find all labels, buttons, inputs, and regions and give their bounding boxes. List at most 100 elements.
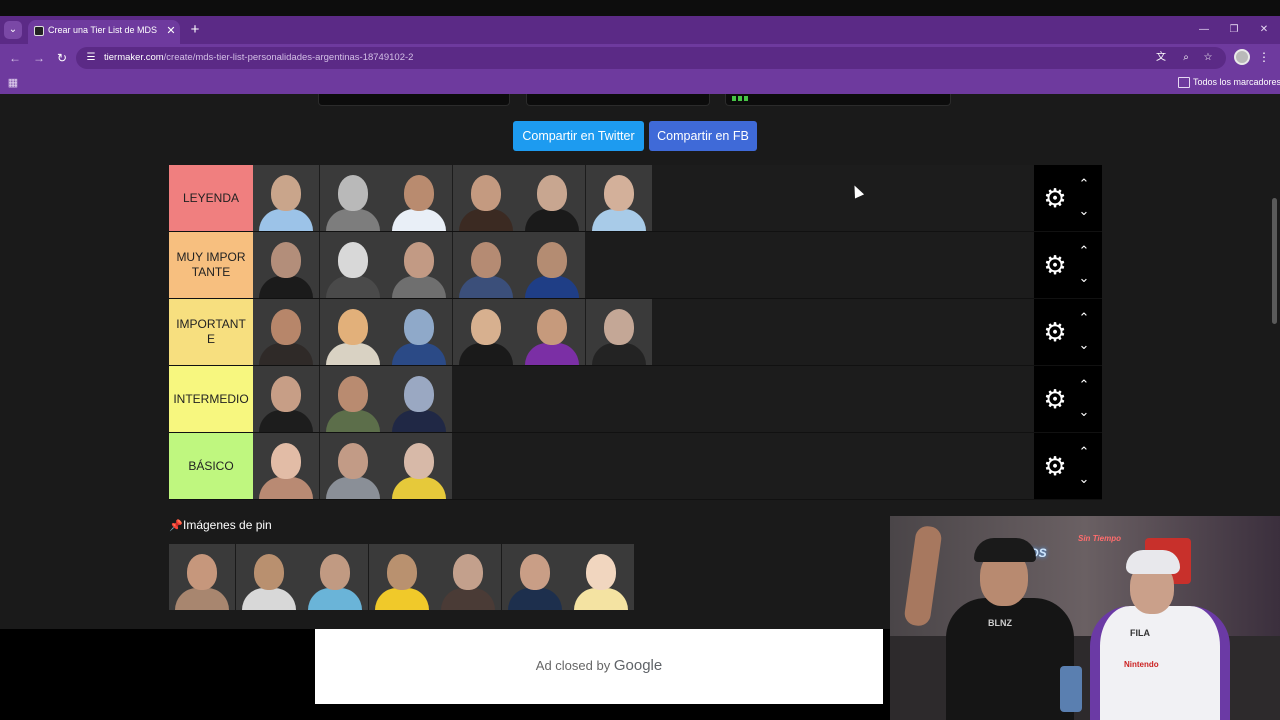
portrait-body — [259, 477, 313, 499]
tier-item-image[interactable] — [452, 232, 519, 298]
portrait-face — [271, 175, 301, 211]
move-up-icon[interactable]: ⌃ — [1072, 309, 1096, 327]
move-up-icon[interactable]: ⌃ — [1072, 242, 1096, 260]
tier-item-image[interactable] — [253, 366, 319, 432]
move-down-icon[interactable]: ⌄ — [1072, 470, 1096, 488]
scrollbar-thumb[interactable] — [1272, 198, 1277, 324]
tier-label[interactable]: MUY IMPORTANTE — [169, 232, 253, 298]
pin-image[interactable] — [235, 544, 302, 610]
gear-icon[interactable]: ⚙ — [1040, 183, 1070, 213]
tier-item-image[interactable] — [386, 366, 452, 432]
portrait-body — [325, 276, 380, 298]
pin-image[interactable] — [368, 544, 435, 610]
folder-icon — [1178, 77, 1190, 88]
back-icon[interactable]: ← — [6, 49, 24, 67]
ad-closed-text: Ad closed by Google — [315, 657, 883, 674]
gear-icon[interactable]: ⚙ — [1040, 250, 1070, 280]
url-path: /create/mds-tier-list-personalidades-arg… — [163, 52, 414, 63]
minimize-icon[interactable]: — — [1194, 22, 1214, 38]
gear-icon[interactable]: ⚙ — [1040, 384, 1070, 414]
tier-item-image[interactable] — [386, 165, 452, 231]
tier-items-area[interactable] — [253, 366, 1034, 432]
portrait-body — [259, 343, 313, 365]
tier-item-image[interactable] — [386, 433, 452, 499]
tier-item-image[interactable] — [253, 232, 319, 298]
zoom-icon[interactable]: ⌕ — [1179, 51, 1193, 65]
move-down-icon[interactable]: ⌄ — [1072, 336, 1096, 354]
move-up-icon[interactable]: ⌃ — [1072, 175, 1096, 193]
tier-item-image[interactable] — [319, 232, 386, 298]
portrait-face — [337, 242, 368, 278]
forward-icon[interactable]: → — [30, 49, 48, 67]
toolbar-button-remnant[interactable] — [526, 94, 710, 106]
tier-item-image[interactable] — [319, 366, 386, 432]
move-up-icon[interactable]: ⌃ — [1072, 443, 1096, 461]
portrait-face — [386, 554, 417, 590]
pin-image[interactable] — [501, 544, 568, 610]
browser-tab[interactable]: Crear una Tier List de MDS Per ✕ — [28, 20, 180, 44]
address-bar[interactable]: ☰ tiermaker.com/create/mds-tier-list-per… — [76, 47, 1226, 69]
tier-item-image[interactable] — [519, 165, 585, 231]
tier-item-image[interactable] — [386, 232, 452, 298]
tier-item-image[interactable] — [519, 299, 585, 365]
gear-icon[interactable]: ⚙ — [1040, 451, 1070, 481]
toolbar-button-remnant[interactable] — [725, 94, 951, 106]
tier-item-image[interactable] — [452, 299, 519, 365]
tier-item-image[interactable] — [253, 165, 319, 231]
tier-item-image[interactable] — [319, 299, 386, 365]
chevron-down-icon[interactable]: ⌄ — [4, 21, 22, 39]
move-down-icon[interactable]: ⌄ — [1072, 403, 1096, 421]
apps-icon[interactable]: ▦ — [6, 76, 20, 90]
tier-items-area[interactable] — [253, 165, 1034, 231]
star-icon[interactable]: ☆ — [1201, 51, 1215, 65]
tier-item-image[interactable] — [386, 299, 452, 365]
portrait-body — [259, 410, 313, 432]
pin-images-heading: 📌Imágenes de pin — [169, 518, 272, 534]
tier-items-area[interactable] — [253, 299, 1034, 365]
menu-icon[interactable]: ⋮ — [1258, 48, 1270, 66]
share-twitter-button[interactable]: Compartir en Twitter — [513, 121, 644, 151]
move-down-icon[interactable]: ⌄ — [1072, 269, 1096, 287]
translate-icon[interactable]: 文 — [1154, 51, 1168, 65]
tier-item-image[interactable] — [319, 433, 386, 499]
tier-label[interactable]: BÁSICO — [169, 433, 253, 499]
tier-item-image[interactable] — [452, 165, 519, 231]
pin-image[interactable] — [169, 544, 235, 610]
ad-closed-label: Ad closed by — [535, 658, 611, 673]
tier-label[interactable]: LEYENDA — [169, 165, 253, 231]
tier-item-image[interactable] — [253, 433, 319, 499]
tier-item-image[interactable] — [585, 299, 652, 365]
portrait-face — [537, 175, 567, 211]
site-info-icon[interactable]: ☰ — [84, 51, 98, 65]
tier-label[interactable]: IMPORTANTE — [169, 299, 253, 365]
pin-images-title: Imágenes de pin — [183, 518, 272, 532]
move-down-icon[interactable]: ⌄ — [1072, 202, 1096, 220]
tier-item-image[interactable] — [319, 165, 386, 231]
tier-item-image[interactable] — [519, 232, 585, 298]
profile-icon[interactable] — [1234, 49, 1250, 65]
tier-items-area[interactable] — [253, 433, 1034, 499]
pin-image[interactable] — [302, 544, 368, 610]
reload-icon[interactable]: ↻ — [53, 49, 71, 67]
portrait-face — [537, 242, 567, 278]
toolbar-button-remnant[interactable] — [318, 94, 510, 106]
tab-close-icon[interactable]: ✕ — [165, 23, 177, 39]
close-icon[interactable]: ✕ — [1254, 22, 1274, 38]
move-up-icon[interactable]: ⌃ — [1072, 376, 1096, 394]
tier-item-image[interactable] — [585, 165, 652, 231]
tier-item-image[interactable] — [253, 299, 319, 365]
tier-items-area[interactable] — [253, 232, 1034, 298]
gear-icon[interactable]: ⚙ — [1040, 317, 1070, 347]
portrait-body — [392, 343, 446, 365]
bookmark-folder-label[interactable]: Todos los marcadores — [1193, 77, 1280, 87]
portrait-face — [404, 443, 434, 479]
url-text[interactable]: tiermaker.com/create/mds-tier-list-perso… — [104, 52, 413, 63]
pin-image[interactable] — [435, 544, 501, 610]
share-fb-button[interactable]: Compartir en FB — [649, 121, 757, 151]
restore-icon[interactable]: ❐ — [1224, 22, 1244, 38]
portrait-body — [458, 209, 513, 231]
tier-label[interactable]: INTERMEDIO — [169, 366, 253, 432]
new-tab-button[interactable]: + — [186, 21, 204, 39]
portrait-face — [271, 443, 301, 479]
pin-image[interactable] — [568, 544, 634, 610]
